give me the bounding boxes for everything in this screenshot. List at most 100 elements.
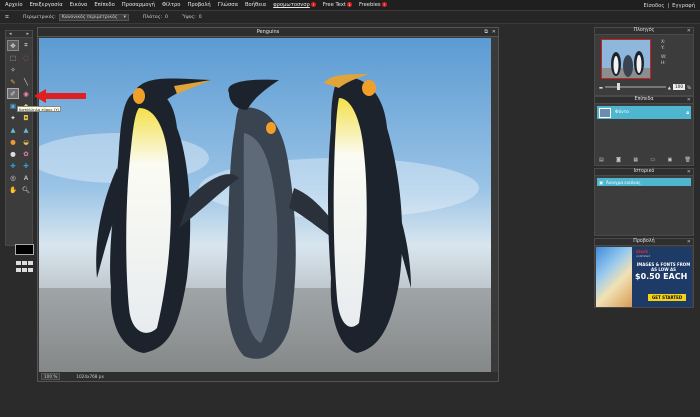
login-link[interactable]: Είσοδος xyxy=(644,3,665,9)
lasso-tool-icon[interactable]: ◌ xyxy=(20,52,32,63)
sharpen-tool-icon[interactable]: ▲ xyxy=(20,124,32,135)
close-icon[interactable]: ▸ xyxy=(26,31,29,37)
navigator-panel: Πλοηγός ✕ X: Y: W: H: ▬ ▲ 100 % xyxy=(594,27,694,96)
register-link[interactable]: Εγγραφή xyxy=(672,3,695,9)
layers-tools: ▤ ◙ ▦ ▭ ▣ 🗑︎ xyxy=(599,157,691,163)
wand-tool-icon[interactable]: ✧ xyxy=(7,64,19,75)
ad-brand-sub: unlimited xyxy=(636,254,651,258)
document-statusbar: 100 % 1024x768 px xyxy=(38,372,498,381)
move-tool-icon[interactable]: ✥ xyxy=(7,40,19,51)
new-layer-icon[interactable]: ▣ xyxy=(668,157,673,163)
menu-image[interactable]: Εικόνα xyxy=(70,2,88,8)
zoom-in-icon[interactable]: ▲ xyxy=(668,85,671,90)
dodge-tool-icon[interactable]: ● xyxy=(7,136,19,147)
account-links: Είσοδος | Εγγραφή xyxy=(644,0,695,11)
zoom-out-icon[interactable]: ▬ xyxy=(599,85,603,90)
crop-icon[interactable]: ⌗ xyxy=(20,40,32,51)
navigator-zoom-unit: % xyxy=(687,84,691,90)
hand-tool-icon[interactable]: ✋ xyxy=(7,184,19,195)
zoom-field[interactable]: 100 % xyxy=(41,373,61,380)
menu-language[interactable]: Γλώσσα xyxy=(218,2,238,8)
close-icon[interactable]: ✕ xyxy=(687,169,691,175)
bloat-tool-icon[interactable]: ✚ xyxy=(7,160,19,171)
perimeter-label: Περιμετρικός: xyxy=(23,14,56,20)
history-label: Άνοιγμα εικόνας xyxy=(605,179,641,185)
open-image-icon: ▣ xyxy=(599,179,603,185)
close-icon[interactable]: ✕ xyxy=(492,28,496,36)
new-folder-icon[interactable]: ▭ xyxy=(650,157,655,163)
close-icon[interactable]: ✕ xyxy=(687,28,691,34)
menu-promo-3[interactable]: Freebies! xyxy=(359,2,387,8)
spot-heal-tool-icon[interactable]: ✐ xyxy=(7,88,19,99)
ad-price: $0.50 EACH xyxy=(635,272,688,281)
burn-tool-icon[interactable]: ◒ xyxy=(20,136,32,147)
ad-header: Προβολή ✕ xyxy=(595,239,693,246)
ad-image xyxy=(596,247,632,307)
zoom-slider-knob[interactable] xyxy=(617,83,621,90)
menu-promo-2-label: Free Text xyxy=(322,2,346,8)
height-field[interactable]: 0 xyxy=(199,15,202,20)
layer-mask-icon[interactable]: ◙ xyxy=(616,157,621,163)
toolbox-header: ◂ ▸ xyxy=(6,31,32,38)
menu-filter[interactable]: Φίλτρο xyxy=(162,2,181,8)
color-swatch[interactable] xyxy=(15,244,34,255)
perimeter-select[interactable]: Κανονικός περιμετρικός ▾ xyxy=(58,13,129,21)
options-bar: ⌗ Περιμετρικός: Κανονικός περιμετρικός ▾… xyxy=(0,11,700,24)
grid-view-icon[interactable] xyxy=(16,261,34,273)
width-field[interactable]: 0 xyxy=(165,15,168,20)
account-separator: | xyxy=(667,2,670,9)
promo-2-badge: 1 xyxy=(346,2,352,7)
trash-icon[interactable]: 🗑︎ xyxy=(685,157,691,163)
collapse-left-icon[interactable]: ◂ xyxy=(9,31,12,37)
marquee-tool-icon[interactable]: ⬚ xyxy=(7,52,19,63)
close-icon[interactable]: ✕ xyxy=(687,239,691,245)
close-icon[interactable]: ✕ xyxy=(687,97,691,103)
menu-help[interactable]: Βοήθεια xyxy=(245,2,266,8)
menu-promo-1-label: φρομωτοσνσρ xyxy=(273,2,310,8)
layer-settings-icon[interactable]: ▤ xyxy=(599,157,604,163)
navigator-zoom-field[interactable]: 100 xyxy=(673,84,686,90)
brush-tool-icon[interactable]: ✦ xyxy=(7,112,19,123)
eraser-tool-icon[interactable]: ◉ xyxy=(20,88,32,99)
navigator-header: Πλοηγός ✕ xyxy=(595,28,693,35)
navigator-zoom-row: ▬ ▲ 100 % xyxy=(599,83,691,91)
line-tool-icon[interactable]: ╲ xyxy=(20,76,32,87)
maximize-icon[interactable]: ⧉ xyxy=(484,28,488,36)
image-canvas[interactable] xyxy=(39,38,491,373)
redeye-tool-icon[interactable]: ◎ xyxy=(7,172,19,183)
zoom-unit: % xyxy=(53,374,58,379)
menu-promo-2[interactable]: Free Text 1 xyxy=(323,2,352,8)
ad-brand: stock unlimited xyxy=(636,249,650,258)
zoom-tool-icon[interactable]: 🔍︎ xyxy=(20,184,32,195)
menu-file[interactable]: Αρχείο xyxy=(5,2,23,8)
sponge-tool-icon[interactable]: ● xyxy=(7,148,19,159)
navigator-thumbnail[interactable] xyxy=(601,39,651,79)
blur-tool-icon[interactable]: ▲ xyxy=(7,124,19,135)
lock-icon[interactable]: 🔒︎ xyxy=(686,110,689,116)
ad-cta-button[interactable]: GET STARTED xyxy=(648,294,687,301)
text-tool-icon[interactable]: A xyxy=(20,172,32,183)
h-label: H: xyxy=(661,61,666,66)
pencil-tool-icon[interactable]: ✎ xyxy=(7,76,19,87)
history-title: Ιστορικό xyxy=(633,169,655,174)
pinch-tool-icon[interactable]: ✚ xyxy=(20,160,32,171)
menu-adjust[interactable]: Προσαρμογή xyxy=(122,2,155,8)
layer-style-icon[interactable]: ▦ xyxy=(633,157,638,163)
zoom-slider[interactable] xyxy=(604,83,666,90)
stamp-tool-icon[interactable]: ◘ xyxy=(20,112,32,123)
toolbox-panel: ◂ ▸ ✥ ⌗ ⬚ ◌ ✧ ✎ ╲ ✐ ◉ ▣ ◆ ✦ ◘ ▲ ▲ ● ◒ ● … xyxy=(5,30,34,272)
menu-view[interactable]: Προβολή xyxy=(187,2,210,8)
ad-headline: IMAGES & FONTS FROM AS LOW AS xyxy=(636,262,691,272)
layer-row[interactable]: Φόντο 🔒︎ xyxy=(597,106,691,119)
ad-banner[interactable]: stock unlimited IMAGES & FONTS FROM AS LO… xyxy=(596,247,692,307)
menu-promo-1[interactable]: φρομωτοσνσρ! xyxy=(273,2,316,8)
ad-title: Προβολή xyxy=(633,239,655,244)
layer-name: Φόντο xyxy=(615,110,629,115)
colorreplace-tool-icon[interactable]: ✿ xyxy=(20,148,32,159)
menu-layer[interactable]: Επίπεδο xyxy=(94,2,114,8)
history-row[interactable]: ▣ Άνοιγμα εικόνας xyxy=(597,178,691,186)
menu-edit[interactable]: Επεξεργασία xyxy=(30,2,63,8)
red-arrow-icon xyxy=(34,89,86,103)
chevron-down-icon: ▾ xyxy=(123,14,126,20)
menu-bar: Αρχείο Επεξεργασία Εικόνα Επίπεδο Προσαρ… xyxy=(0,0,700,11)
